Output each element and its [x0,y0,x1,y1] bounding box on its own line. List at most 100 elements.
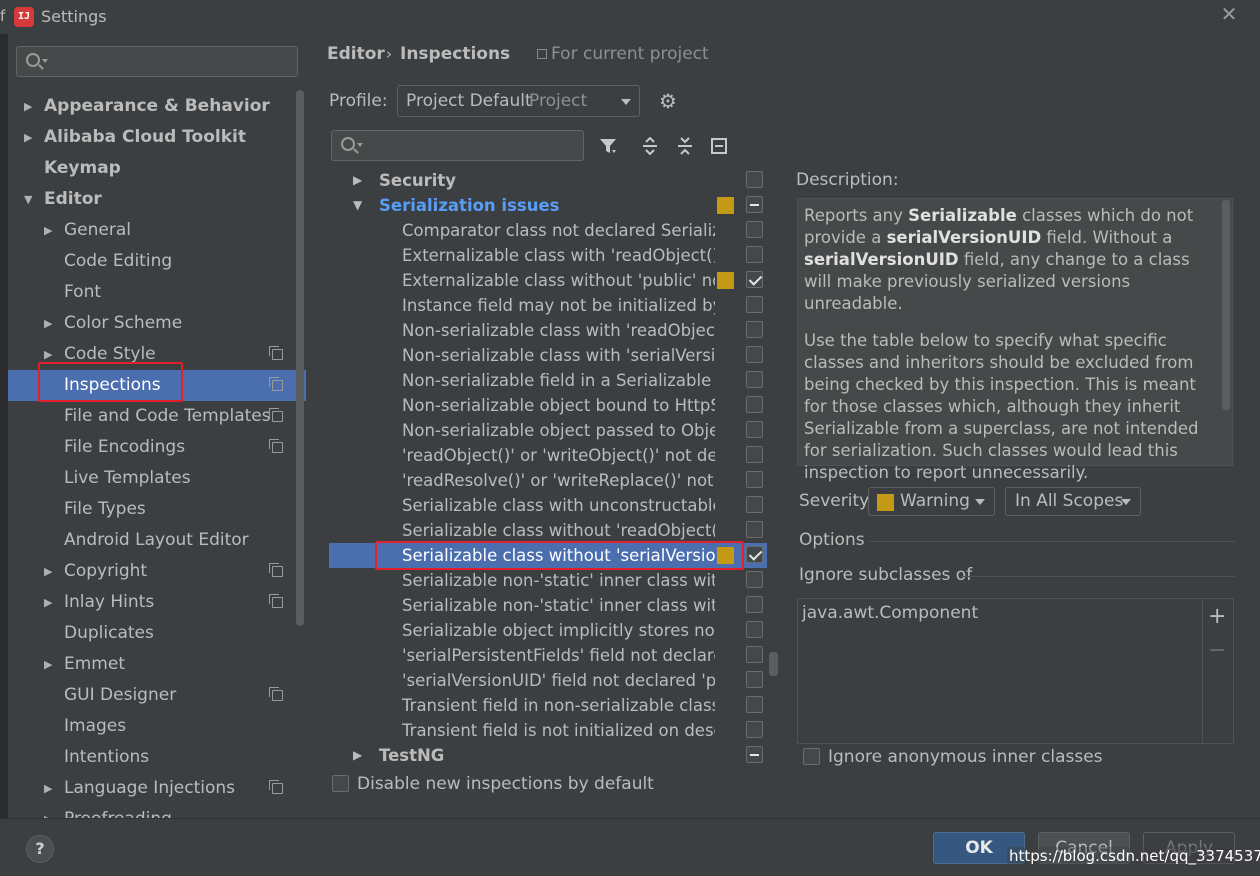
chevron-down-icon[interactable]: ▼ [24,184,32,215]
inspection-group[interactable]: ▶ TestNG [329,743,767,768]
inspection-item[interactable]: Non-serializable class with 'serialVersi… [329,343,767,368]
sidebar-item[interactable]: ▶ Inlay Hints [8,587,306,618]
inspection-item[interactable]: 'readResolve()' or 'writeReplace()' not … [329,468,767,493]
sidebar-item[interactable]: Intentions [8,742,306,773]
inspection-checkbox[interactable] [746,321,763,338]
inspection-checkbox[interactable] [746,646,763,663]
inspection-checkbox[interactable] [746,596,763,613]
chevron-right-icon[interactable]: ▶ [353,168,362,193]
chevron-right-icon[interactable]: ▶ [44,773,52,804]
chevron-right-icon[interactable]: ▶ [24,91,32,122]
remove-icon[interactable]: − [1208,638,1226,663]
sidebar-item[interactable]: Images [8,711,306,742]
sidebar-item[interactable]: GUI Designer [8,680,306,711]
chevron-right-icon[interactable]: ▶ [24,122,32,153]
inspection-checkbox[interactable] [746,221,763,238]
inspection-checkbox[interactable] [746,621,763,638]
inspection-checkbox[interactable] [746,396,763,413]
inspection-checkbox[interactable] [746,196,763,213]
inspection-item[interactable]: Non-serializable field in a Serializable… [329,368,767,393]
chevron-right-icon[interactable]: ▶ [44,308,52,339]
inspection-checkbox[interactable] [746,246,763,263]
inspection-group[interactable]: ▶ Security [329,168,767,193]
sidebar-item[interactable]: ▶ Appearance & Behavior [8,91,306,122]
sidebar-item[interactable]: Code Editing [8,246,306,277]
inspection-search-input[interactable] [331,130,584,161]
sidebar-item[interactable]: ▼ Editor [8,184,306,215]
sidebar-item[interactable]: Live Templates [8,463,306,494]
inspection-checkbox[interactable] [746,571,763,588]
chevron-right-icon[interactable]: ▶ [44,587,52,618]
inspection-checkbox[interactable] [746,721,763,738]
inspection-item[interactable]: Non-serializable object bound to HttpSes… [329,393,767,418]
settings-search-input[interactable] [16,46,298,77]
sidebar-item[interactable]: ▶ Language Injections [8,773,306,804]
sidebar-item[interactable]: ▶ Color Scheme [8,308,306,339]
sidebar-item[interactable]: File Encodings [8,432,306,463]
inspection-checkbox[interactable] [746,296,763,313]
sidebar-item[interactable]: ▶ Proofreading [8,804,306,818]
close-icon[interactable]: ✕ [1217,2,1241,26]
help-button[interactable]: ? [26,835,54,863]
sidebar-item[interactable]: Duplicates [8,618,306,649]
inspection-checkbox[interactable] [746,696,763,713]
inspection-checkbox[interactable] [746,496,763,513]
inspection-item[interactable]: 'serialPersistentFields' field not decla… [329,643,767,668]
collapse-all-icon[interactable] [676,137,694,155]
description-scrollbar[interactable] [1222,200,1230,410]
severity-select[interactable]: Warning [868,487,995,516]
inspection-checkbox[interactable] [746,471,763,488]
gear-icon[interactable]: ⚙ [659,91,679,111]
scope-select[interactable]: In All Scopes [1005,487,1141,516]
inspection-checkbox[interactable] [746,521,763,538]
sidebar-item[interactable]: ▶ General [8,215,306,246]
inspection-item[interactable]: Comparator class not declared Serializab… [329,218,767,243]
inspection-item[interactable]: Non-serializable class with 'readObject(… [329,318,767,343]
sidebar-item[interactable]: ▶ Emmet [8,649,306,680]
expand-all-icon[interactable] [641,137,659,155]
chevron-right-icon[interactable]: ▶ [44,556,52,587]
chevron-right-icon[interactable]: ▶ [353,743,362,768]
inspection-item[interactable]: 'serialVersionUID' field not declared 'p… [329,668,767,693]
inspection-item[interactable]: Serializable non-'static' inner class wi… [329,568,767,593]
inspection-item[interactable]: Serializable non-'static' inner class wi… [329,593,767,618]
inspection-item[interactable]: Transient field is not initialized on de… [329,718,767,743]
inspection-checkbox[interactable] [746,546,763,563]
ignore-anonymous-checkbox[interactable] [803,748,820,765]
sidebar-item[interactable]: ▶ Copyright [8,556,306,587]
reset-icon[interactable] [710,137,728,155]
inspection-checkbox[interactable] [746,671,763,688]
inspection-item[interactable]: Serializable class with unconstructable … [329,493,767,518]
inspection-item[interactable]: Serializable object implicitly stores no… [329,618,767,643]
inspection-checkbox[interactable] [746,346,763,363]
inspection-item[interactable]: Non-serializable object passed to Object… [329,418,767,443]
inspection-checkbox[interactable] [746,271,763,288]
chevron-down-icon[interactable]: ▼ [353,193,362,218]
disable-new-checkbox[interactable] [332,775,349,792]
inspection-item[interactable]: Externalizable class without 'public' no… [329,268,767,293]
sidebar-item[interactable]: Font [8,277,306,308]
sidebar-scrollbar[interactable] [296,90,304,626]
inspection-checkbox[interactable] [746,371,763,388]
inspection-item[interactable]: Transient field in non-serializable clas… [329,693,767,718]
inspection-item[interactable]: Serializable class without 'readObject()… [329,518,767,543]
inspection-checkbox[interactable] [746,446,763,463]
profile-select[interactable]: Project Default Project [397,85,640,117]
inspection-checkbox[interactable] [746,171,763,188]
sidebar-item[interactable]: File Types [8,494,306,525]
chevron-right-icon[interactable]: ▶ [44,649,52,680]
sidebar-item[interactable]: File and Code Templates [8,401,306,432]
filter-icon[interactable] [599,137,617,155]
inspection-item[interactable]: Instance field may not be initialized by… [329,293,767,318]
list-item[interactable]: java.awt.Component [802,603,978,623]
sidebar-item[interactable]: ▶ Alibaba Cloud Toolkit [8,122,306,153]
sidebar-item[interactable]: Android Layout Editor [8,525,306,556]
add-icon[interactable]: + [1208,604,1226,629]
inspection-item[interactable]: 'readObject()' or 'writeObject()' not de… [329,443,767,468]
inspection-checkbox[interactable] [746,421,763,438]
inspection-checkbox[interactable] [746,746,763,763]
inspection-group[interactable]: ▼ Serialization issues [329,193,767,218]
chevron-right-icon[interactable]: ▶ [44,215,52,246]
sidebar-item[interactable]: Keymap [8,153,306,184]
breadcrumb-editor[interactable]: Editor [327,44,385,64]
